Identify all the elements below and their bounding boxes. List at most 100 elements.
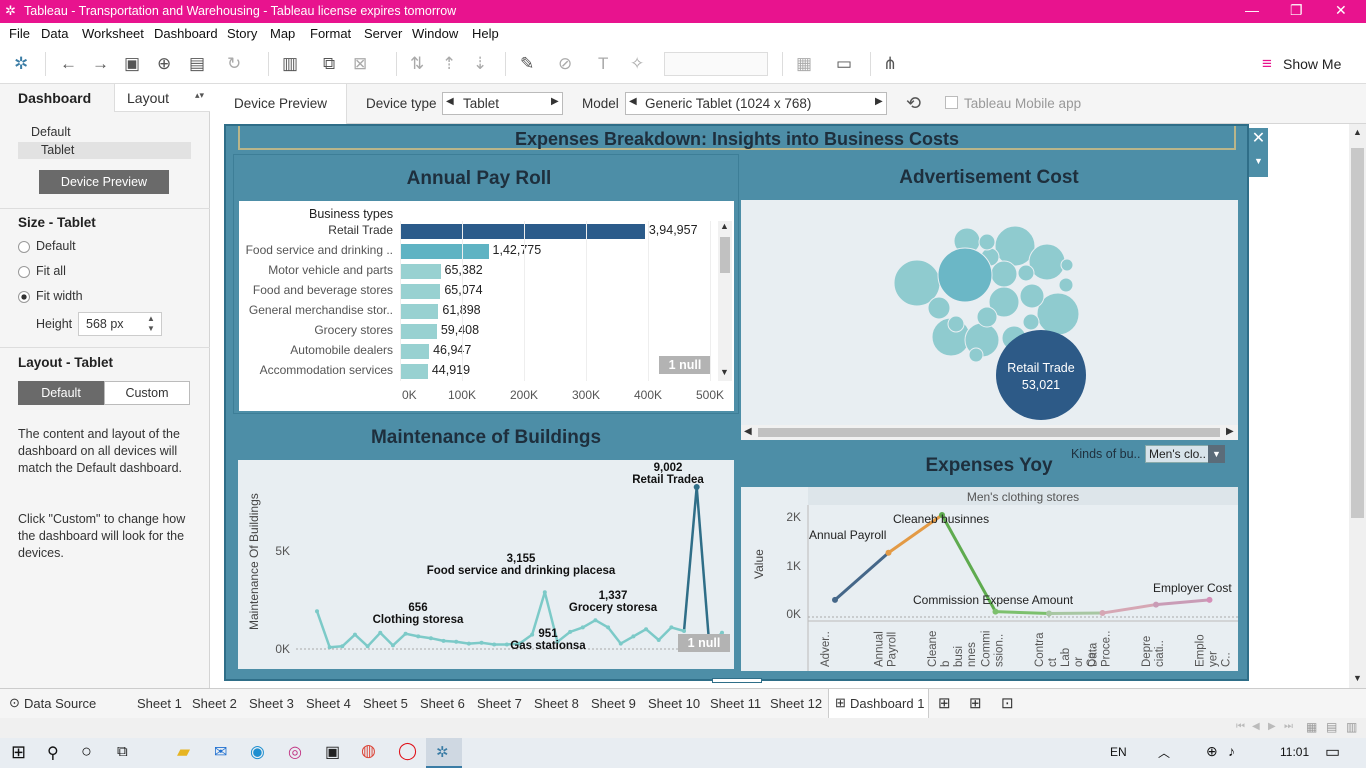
bar[interactable] — [400, 284, 441, 299]
cortana-icon[interactable]: ○ — [81, 741, 92, 762]
scroll-up-icon[interactable]: ▲ — [720, 221, 729, 231]
edge-icon[interactable]: ◉ — [250, 742, 265, 762]
file-explorer-icon[interactable]: ▰ — [177, 742, 190, 762]
menu-data[interactable]: Data — [41, 26, 68, 41]
sort-desc-icon[interactable]: ⇣ — [473, 54, 487, 74]
tab-layout[interactable]: Layout ▴▾ — [114, 84, 210, 112]
scroll-up-icon[interactable]: ▲ — [1353, 127, 1362, 137]
menu-worksheet[interactable]: Worksheet — [82, 26, 144, 41]
tab-sheet-3[interactable]: Sheet 3 — [249, 696, 294, 711]
search-icon[interactable]: ⚲ — [47, 743, 59, 763]
refresh-icon[interactable]: ↻ — [227, 54, 241, 74]
stepper-icon[interactable]: ▲ ▼ — [147, 314, 155, 334]
tab-sheet-4[interactable]: Sheet 4 — [306, 696, 351, 711]
scroll-left-icon[interactable]: ◀ — [744, 426, 752, 437]
menu-format[interactable]: Format — [310, 26, 351, 41]
new-worksheet-icon[interactable]: ⊞ — [938, 694, 951, 712]
bar[interactable] — [400, 364, 428, 379]
network-icon[interactable]: ⊕ — [1206, 743, 1218, 760]
bar[interactable] — [400, 344, 430, 359]
nav-last-icon[interactable]: ⏭ — [1284, 721, 1293, 732]
next-arrow-icon[interactable]: ▶ — [875, 96, 883, 107]
attach-icon[interactable]: ⊘ — [558, 54, 572, 74]
size-option-fit-all[interactable]: Fit all — [18, 264, 66, 278]
prev-arrow-icon[interactable]: ◀ — [629, 96, 637, 107]
camera-app-icon[interactable]: ◎ — [288, 742, 302, 762]
bar[interactable] — [400, 224, 645, 239]
pause-updates-icon[interactable]: ▤ — [189, 54, 205, 74]
tab-sheet-11[interactable]: Sheet 11 — [710, 696, 761, 711]
dashboard-resize-handle[interactable] — [712, 678, 762, 683]
text-icon[interactable]: T — [598, 54, 608, 74]
bar[interactable] — [400, 304, 439, 319]
menu-dashboard[interactable]: Dashboard — [154, 26, 218, 41]
filmstrip-view-icon[interactable]: ▥ — [1346, 720, 1357, 734]
tab-sheet-7[interactable]: Sheet 7 — [477, 696, 522, 711]
menu-file[interactable]: File — [9, 26, 30, 41]
layout-default-button[interactable]: Default — [18, 381, 104, 405]
bar[interactable] — [400, 244, 489, 259]
new-datasource-icon[interactable]: ⊕ — [157, 54, 171, 74]
opera-icon[interactable]: ◯ — [398, 741, 417, 761]
bar[interactable] — [400, 324, 437, 339]
show-cards-icon[interactable]: ▦ — [796, 54, 812, 74]
chrome-icon[interactable]: ◍ — [361, 741, 376, 761]
store-icon[interactable]: ▣ — [325, 742, 340, 762]
advert-hscrollbar[interactable]: ◀ ▶ — [741, 425, 1238, 440]
close-icon[interactable]: ✕ — [1249, 128, 1268, 150]
tab-sheet-1[interactable]: Sheet 1 — [137, 696, 182, 711]
new-worksheet-icon[interactable]: ▥ — [282, 54, 298, 74]
tab-sheet-9[interactable]: Sheet 9 — [591, 696, 636, 711]
list-view-icon[interactable]: ▤ — [1326, 720, 1337, 734]
model-select[interactable]: ◀ Generic Tablet (1024 x 768) ▶ — [625, 92, 887, 115]
size-option-default[interactable]: Default — [18, 239, 76, 253]
new-dashboard-icon[interactable]: ⊞ — [969, 694, 982, 712]
share-icon[interactable]: ⋔ — [883, 54, 897, 74]
presentation-icon[interactable]: ▭ — [836, 54, 852, 74]
nav-first-icon[interactable]: ⏮ — [1236, 721, 1245, 732]
undo-icon[interactable]: ← — [60, 54, 77, 74]
tab-sheet-8[interactable]: Sheet 8 — [534, 696, 579, 711]
scroll-thumb[interactable] — [720, 237, 730, 273]
canvas-vertical-scrollbar[interactable]: ▲ ▼ — [1349, 124, 1366, 688]
tab-data-source[interactable]: Data Source — [24, 696, 96, 711]
menu-help[interactable]: Help — [472, 26, 499, 41]
new-story-icon[interactable]: ⊡ — [1001, 694, 1014, 712]
next-arrow-icon[interactable]: ▶ — [551, 96, 559, 107]
menu-story[interactable]: Story — [227, 26, 257, 41]
highlight-icon[interactable]: ✎ — [520, 54, 534, 74]
pin-icon[interactable]: ✧ — [630, 54, 644, 74]
windows-start-icon[interactable]: ⊞ — [11, 742, 26, 763]
clock-time[interactable]: 11:01 — [1280, 745, 1309, 759]
size-option-fit-width[interactable]: Fit width — [18, 289, 83, 303]
more-options-icon[interactable]: ▼ — [1249, 150, 1268, 177]
task-view-icon[interactable]: ⧉ — [117, 743, 128, 760]
height-input[interactable]: 568 px ▲ ▼ — [78, 312, 162, 336]
payroll-null-badge[interactable]: 1 null — [659, 356, 711, 374]
scroll-thumb[interactable] — [758, 428, 1220, 437]
scroll-thumb[interactable] — [1351, 148, 1364, 518]
layout-custom-button[interactable]: Custom — [104, 381, 190, 405]
grid-view-icon[interactable]: ▦ — [1306, 720, 1317, 734]
clear-sheet-icon[interactable]: ⊠ — [353, 54, 367, 74]
menu-window[interactable]: Window — [412, 26, 458, 41]
language-indicator[interactable]: EN — [1110, 745, 1127, 759]
close-icon[interactable]: ✕ — [1335, 2, 1347, 19]
tab-sheet-5[interactable]: Sheet 5 — [363, 696, 408, 711]
show-me-button[interactable]: Show Me — [1283, 56, 1341, 72]
sort-asc-icon[interactable]: ⇡ — [442, 54, 456, 74]
device-preview-button[interactable]: Device Preview — [39, 170, 169, 194]
device-default[interactable]: Default — [31, 125, 71, 139]
scroll-right-icon[interactable]: ▶ — [1226, 426, 1234, 437]
tab-dashboard[interactable]: Dashboard — [0, 84, 114, 112]
show-me-icon[interactable]: ≡ — [1262, 54, 1272, 74]
tab-sheet-12[interactable]: Sheet 12 — [770, 696, 822, 711]
restore-icon[interactable]: ❐ — [1290, 2, 1303, 19]
mail-icon[interactable]: ✉ — [214, 742, 227, 762]
save-icon[interactable]: ▣ — [124, 54, 140, 74]
minimize-icon[interactable]: — — [1245, 2, 1259, 18]
nav-prev-icon[interactable]: ◀ — [1252, 721, 1260, 732]
tab-sheet-2[interactable]: Sheet 2 — [192, 696, 237, 711]
prev-arrow-icon[interactable]: ◀ — [446, 96, 454, 107]
tab-sheet-6[interactable]: Sheet 6 — [420, 696, 465, 711]
